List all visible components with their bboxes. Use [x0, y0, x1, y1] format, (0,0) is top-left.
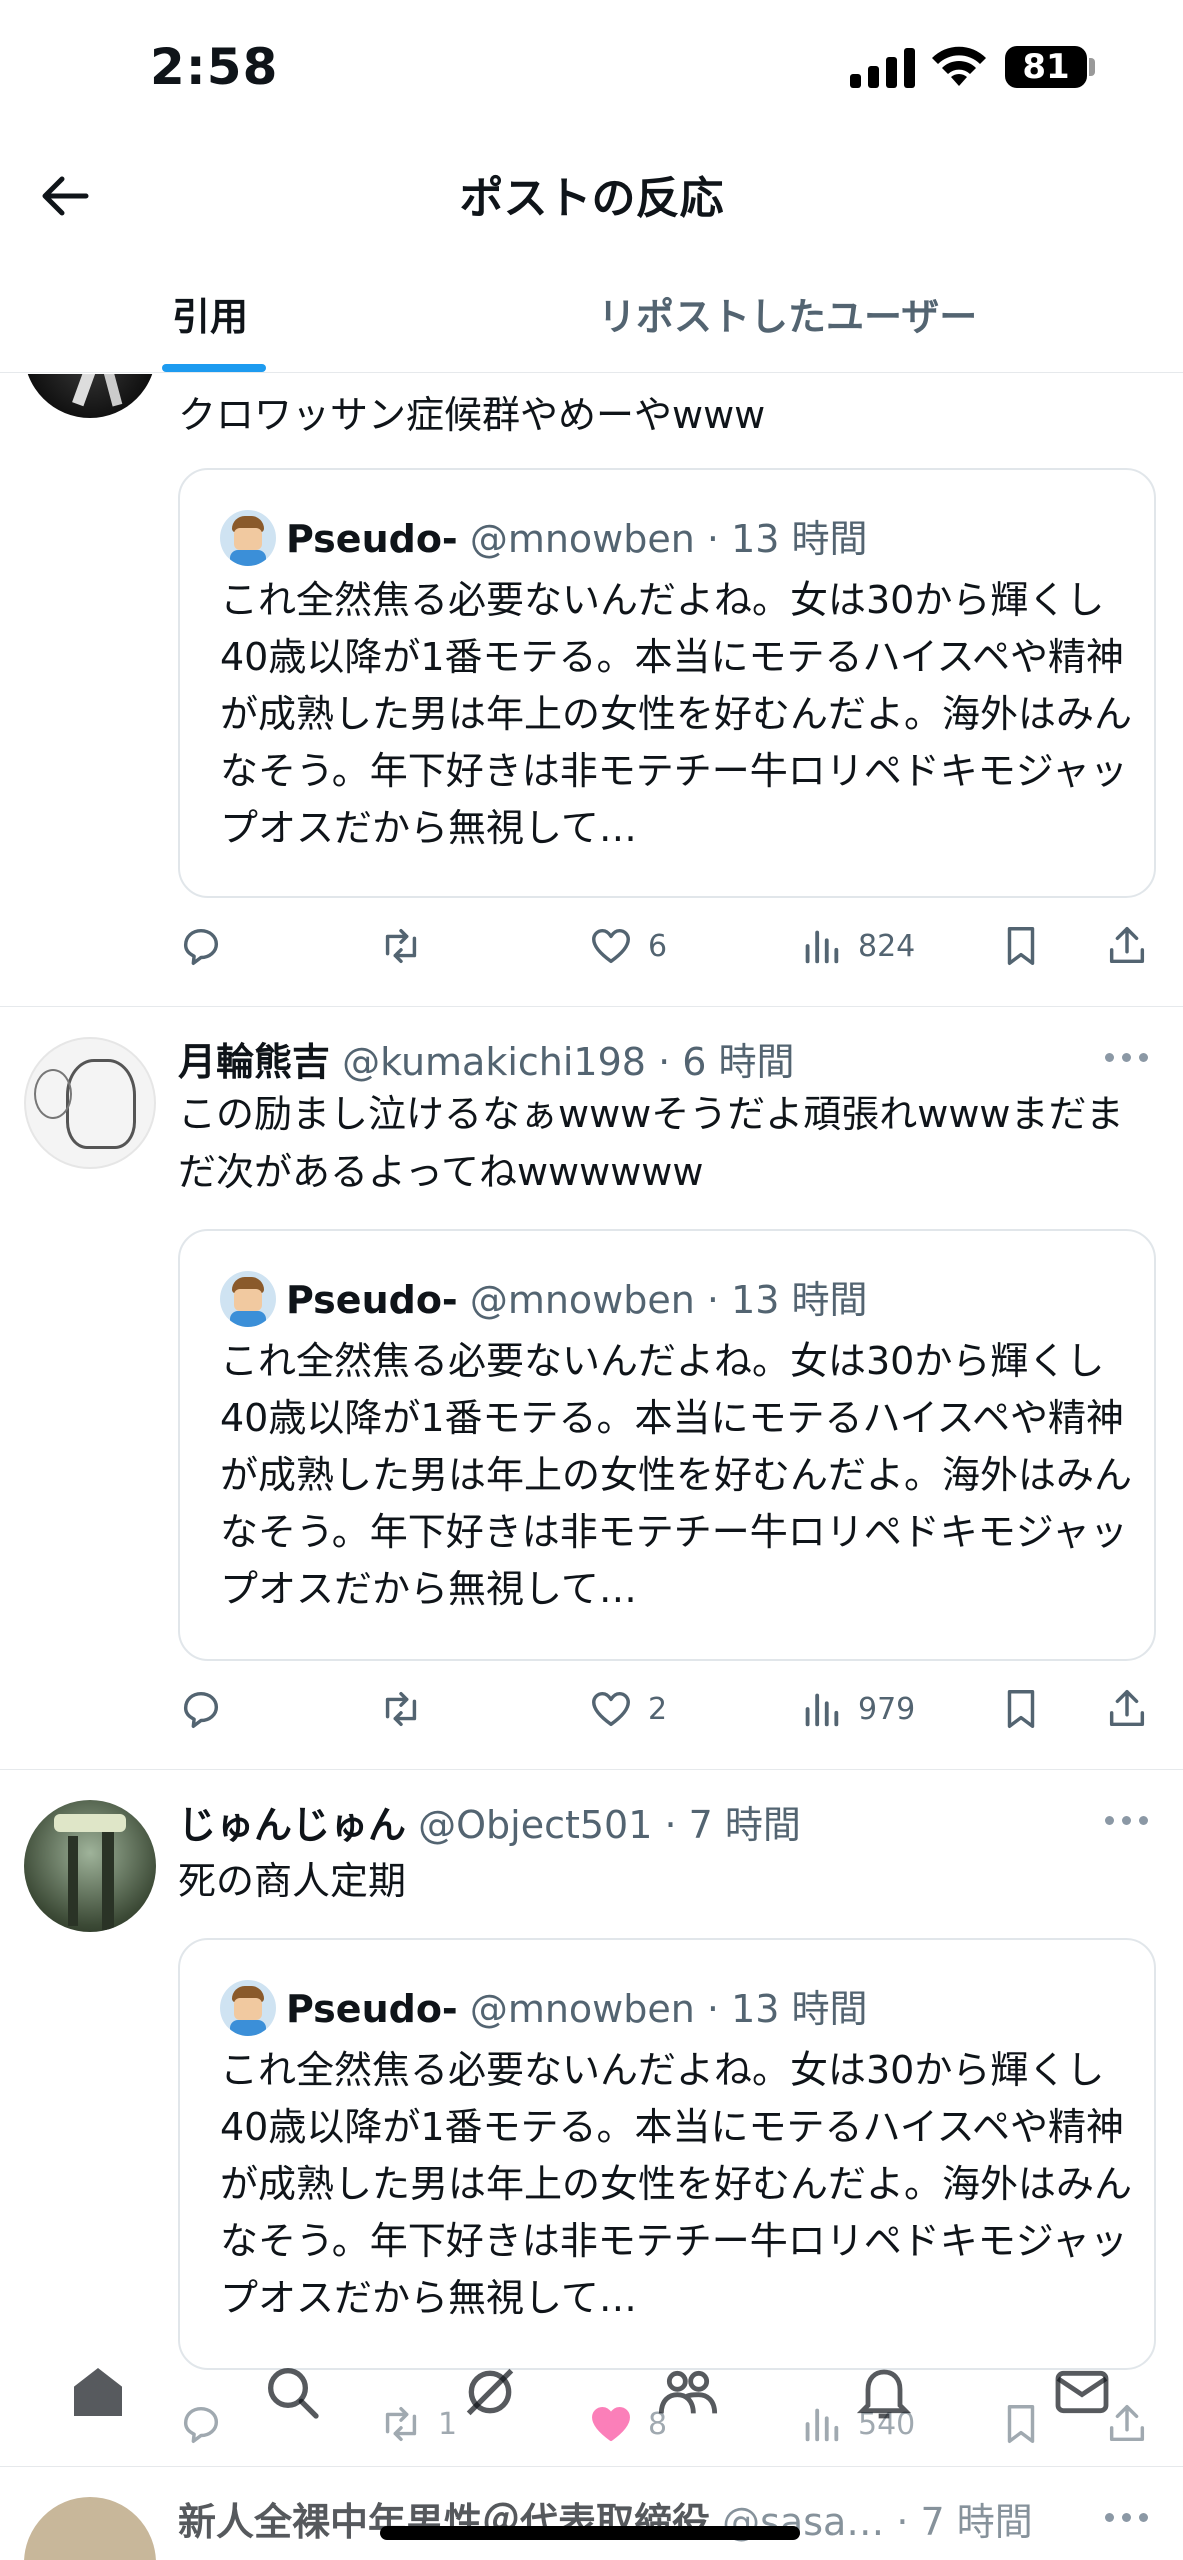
- quoted-post-header: Pseudo- @mnowben · 13 時間: [286, 1978, 868, 2033]
- reply-button[interactable]: [178, 1679, 224, 1739]
- quoted-timestamp: · 13 時間: [706, 1278, 868, 1322]
- bookmark-icon: [1007, 1690, 1035, 1728]
- like-count: 6: [648, 928, 668, 964]
- avatar[interactable]: [24, 2497, 156, 2560]
- home-indicator[interactable]: [380, 2526, 800, 2540]
- views-button[interactable]: 824: [798, 916, 915, 976]
- share-icon: [1109, 1690, 1145, 1727]
- search-icon[interactable]: [260, 2360, 324, 2424]
- page-title: ポストの反応: [459, 173, 724, 224]
- status-bar: 2:58 81: [0, 0, 1183, 140]
- post-text: この励まし泣けるなぁwwwそうだよ頑張れwwwまだまだ次があるよってねwwwww…: [178, 1092, 1124, 1194]
- bookmark-button[interactable]: [998, 1679, 1044, 1739]
- notifications-icon[interactable]: [852, 2360, 916, 2424]
- quoted-handle: @mnowben: [469, 517, 695, 561]
- quoted-timestamp: · 13 時間: [706, 1987, 868, 2031]
- avatar[interactable]: [24, 1800, 156, 1932]
- battery-tip: [1089, 58, 1095, 76]
- active-tab-indicator: [162, 364, 266, 372]
- status-time: 2:58: [150, 38, 279, 96]
- quoted-post-text: これ全然焦る必要ないんだよね。女は30から輝くし40歳以降が1番モテる。本当にモ…: [220, 578, 1133, 850]
- home-icon[interactable]: [66, 2360, 130, 2424]
- quoted-handle: @mnowben: [469, 1278, 695, 1322]
- quote-post[interactable]: 新人全裸中年男性＠代表取締役 @sasa… · 7 時間: [0, 2467, 1183, 2560]
- views-button[interactable]: 979: [798, 1679, 915, 1739]
- quote-post[interactable]: クロワッサン症候群やめーやwww Pseudo- @mnowben · 13 時…: [0, 374, 1183, 1006]
- quotes-feed[interactable]: クロワッサン症候群やめーやwww Pseudo- @mnowben · 13 時…: [0, 374, 1183, 2560]
- communities-icon[interactable]: [656, 2360, 720, 2424]
- quoted-post-header: Pseudo- @mnowben · 13 時間: [286, 1269, 868, 1324]
- header: ポストの反応: [0, 140, 1183, 260]
- quoted-avatar: [220, 1980, 276, 2036]
- wifi-icon: [932, 46, 986, 86]
- quoted-post-card[interactable]: Pseudo- @mnowben · 13 時間 これ全然焦る必要ないんだよね。…: [178, 1938, 1156, 2370]
- more-options-icon[interactable]: [1105, 2513, 1149, 2525]
- heart-icon: [592, 928, 630, 964]
- quoted-post-card[interactable]: Pseudo- @mnowben · 13 時間 これ全然焦る必要ないんだよね。…: [178, 468, 1156, 898]
- heart-icon: [592, 1691, 630, 1727]
- quoted-timestamp: · 13 時間: [706, 517, 868, 561]
- post-text: クロワッサン症候群やめーやwww: [178, 393, 766, 437]
- post-header: じゅんじゅん @Object501 · 7 時間: [178, 1794, 801, 1849]
- quoted-display-name: Pseudo-: [286, 1278, 458, 1322]
- repost-icon: [385, 1691, 417, 1727]
- post-actions: 2 979: [178, 1679, 1158, 1739]
- quoted-display-name: Pseudo-: [286, 517, 458, 561]
- reply-icon: [183, 1691, 219, 1728]
- views-icon: [805, 930, 839, 964]
- timestamp: · 7 時間: [896, 2500, 1033, 2544]
- bookmark-icon: [1007, 927, 1035, 965]
- reply-icon: [183, 928, 219, 965]
- post-text: 死の商人定期: [178, 1859, 407, 1903]
- messages-icon[interactable]: [1050, 2360, 1114, 2424]
- display-name[interactable]: 月輪熊吉: [178, 1040, 330, 1084]
- tab-quotes[interactable]: 引用: [172, 286, 248, 341]
- timestamp: · 7 時間: [664, 1803, 801, 1847]
- view-count: 824: [858, 928, 916, 964]
- more-options-icon[interactable]: [1105, 1816, 1149, 1828]
- handle[interactable]: @Object501: [418, 1803, 652, 1847]
- post-header: 月輪熊吉 @kumakichi198 · 6 時間: [178, 1031, 794, 1086]
- quoted-handle: @mnowben: [469, 1987, 695, 2031]
- quoted-post-text: これ全然焦る必要ないんだよね。女は30から輝くし40歳以降が1番モテる。本当にモ…: [220, 1339, 1133, 1611]
- handle[interactable]: @kumakichi198: [342, 1040, 646, 1084]
- like-button[interactable]: 6: [588, 916, 667, 976]
- repost-button[interactable]: [378, 1679, 424, 1739]
- views-icon: [805, 1693, 839, 1727]
- repost-icon: [385, 928, 417, 964]
- quoted-avatar: [220, 510, 276, 566]
- quoted-post-text: これ全然焦る必要ないんだよね。女は30から輝くし40歳以降が1番モテる。本当にモ…: [220, 2048, 1133, 2320]
- quoted-avatar: [220, 1271, 276, 1327]
- display-name[interactable]: じゅんじゅん: [178, 1803, 406, 1847]
- avatar[interactable]: [24, 374, 156, 418]
- quoted-display-name: Pseudo-: [286, 1987, 458, 2031]
- more-options-icon[interactable]: [1105, 1053, 1149, 1065]
- repost-button[interactable]: [378, 916, 424, 976]
- tab-reposted-users[interactable]: リポストしたユーザー: [598, 286, 977, 341]
- like-count: 2: [648, 1691, 668, 1727]
- quote-post[interactable]: 月輪熊吉 @kumakichi198 · 6 時間 この励まし泣けるなぁwwwそ…: [0, 1007, 1183, 1769]
- tab-bar: 引用 リポストしたユーザー: [0, 260, 1183, 373]
- cellular-signal-icon: [850, 48, 916, 88]
- bookmark-button[interactable]: [998, 916, 1044, 976]
- bottom-navigation: [0, 2340, 1183, 2480]
- share-button[interactable]: [1104, 1679, 1150, 1739]
- share-icon: [1109, 927, 1145, 964]
- view-count: 979: [858, 1691, 916, 1727]
- share-button[interactable]: [1104, 916, 1150, 976]
- like-button[interactable]: 2: [588, 1679, 667, 1739]
- quoted-post-card[interactable]: Pseudo- @mnowben · 13 時間 これ全然焦る必要ないんだよね。…: [178, 1229, 1156, 1661]
- timestamp: · 6 時間: [658, 1040, 795, 1084]
- quoted-post-header: Pseudo- @mnowben · 13 時間: [286, 508, 868, 563]
- avatar[interactable]: [24, 1037, 156, 1169]
- grok-icon[interactable]: [458, 2360, 522, 2424]
- reply-button[interactable]: [178, 916, 224, 976]
- post-actions: 6 824: [178, 916, 1158, 976]
- battery-icon: 81: [1005, 46, 1087, 88]
